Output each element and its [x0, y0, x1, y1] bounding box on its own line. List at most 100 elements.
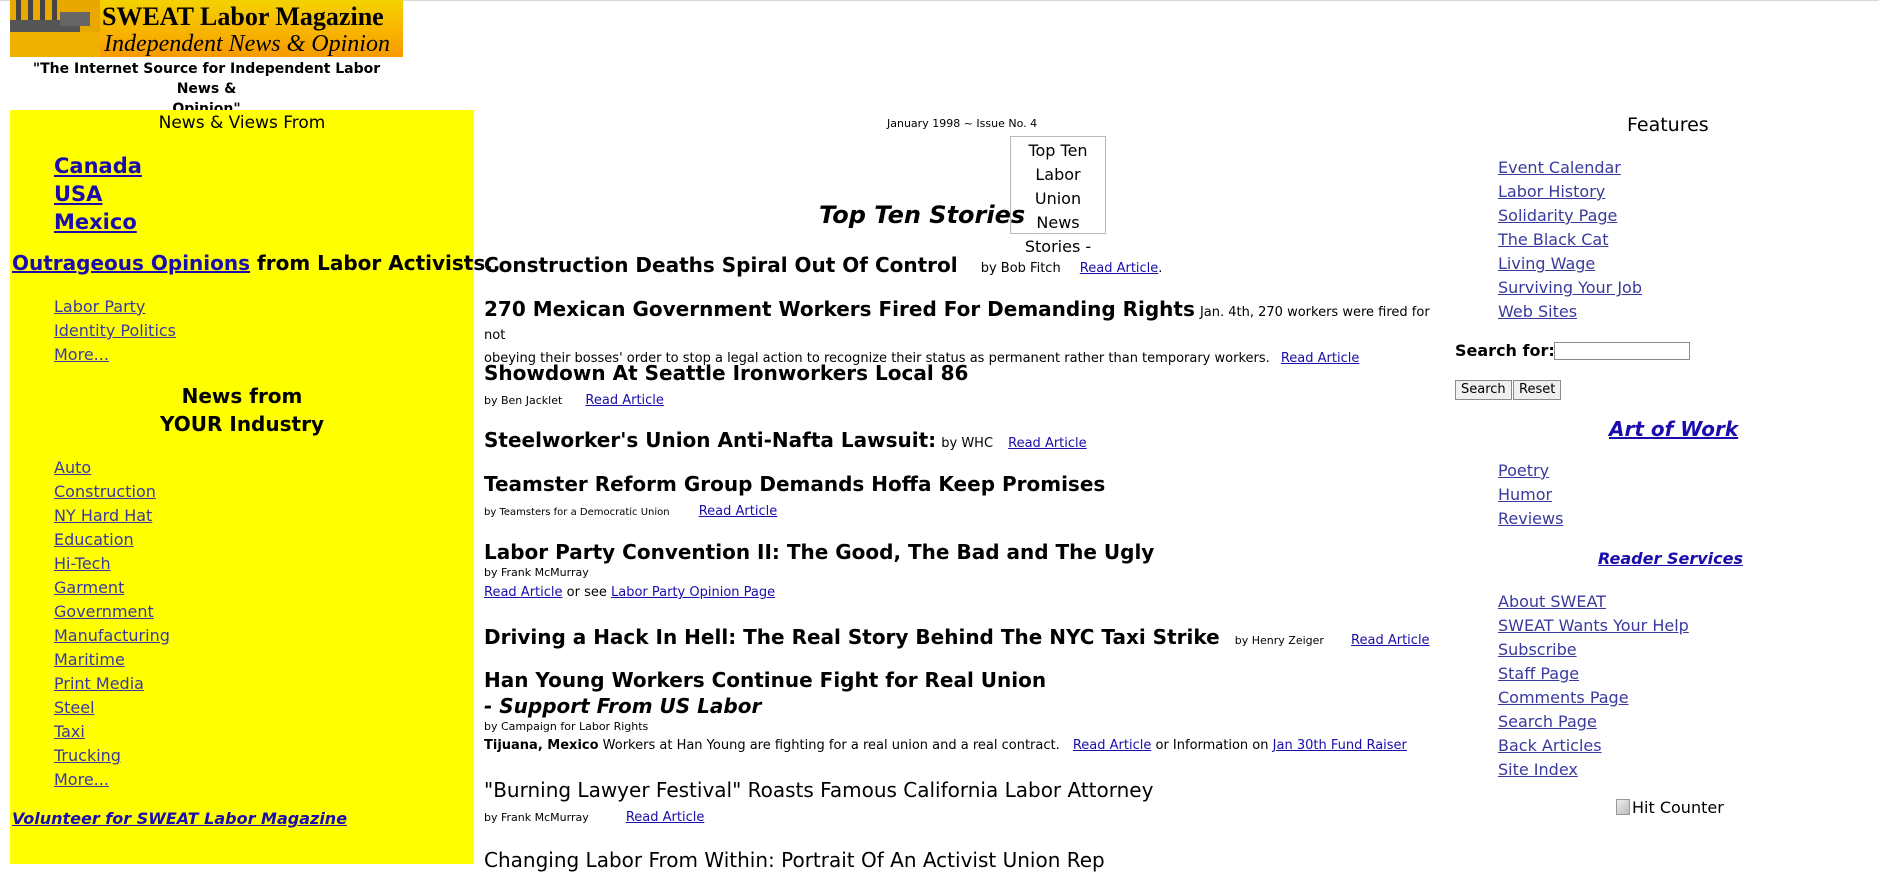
art-of-work-link[interactable]: Art of Work — [1609, 417, 1738, 441]
feature-link-surviving-your-job[interactable]: Surviving Your Job — [1498, 278, 1642, 297]
read-article-link[interactable]: Read Article — [699, 504, 778, 519]
read-article-link[interactable]: Read Article — [1008, 436, 1087, 451]
industry-link-ny-hard-hat[interactable]: NY Hard Hat — [54, 506, 152, 525]
region-link-mexico[interactable]: Mexico — [54, 208, 142, 236]
hit-counter: Hit Counter — [1616, 798, 1724, 817]
list-item: The Black Cat — [1498, 228, 1642, 252]
opinion-link-identity-politics[interactable]: Identity Politics — [54, 321, 176, 340]
read-article-link[interactable]: Read Article — [1073, 738, 1152, 753]
feature-link-solidarity-page[interactable]: Solidarity Page — [1498, 206, 1617, 225]
list-item: Taxi — [54, 720, 170, 744]
industry-link-government[interactable]: Government — [54, 602, 154, 621]
industry-links: Auto Construction NY Hard Hat Education … — [54, 456, 170, 792]
hit-counter-alt: Hit Counter — [1632, 798, 1724, 817]
sweat-logo[interactable]: SWEAT Labor Magazine Independent News & … — [10, 0, 403, 57]
industry-link-steel[interactable]: Steel — [54, 698, 95, 717]
list-item: Auto — [54, 456, 170, 480]
region-link-canada[interactable]: Canada — [54, 152, 142, 180]
read-article-link[interactable]: Read Article — [484, 585, 563, 600]
industry-link-education[interactable]: Education — [54, 530, 134, 549]
art-link-reviews[interactable]: Reviews — [1498, 509, 1563, 528]
read-article-link[interactable]: Read Article — [626, 810, 705, 825]
left-sidebar: News & Views From Canada USA Mexico Outr… — [10, 110, 500, 864]
story-byline: by Henry Zeiger — [1234, 634, 1324, 647]
industry-link-auto[interactable]: Auto — [54, 458, 91, 477]
list-item: Construction — [54, 480, 170, 504]
reader-link-about[interactable]: About SWEAT — [1498, 592, 1606, 611]
search-input[interactable] — [1554, 342, 1690, 360]
story-summary: Workers at Han Young are fighting for a … — [598, 738, 1060, 753]
outrageous-opinions-heading: Outrageous Opinions from Labor Activists… — [12, 251, 500, 275]
list-item: Identity Politics — [54, 319, 176, 343]
story-item: "Burning Lawyer Festival" Roasts Famous … — [484, 778, 1444, 825]
list-item: About SWEAT — [1498, 590, 1689, 614]
read-article-link[interactable]: Read Article — [1351, 633, 1430, 648]
industry-link-garment[interactable]: Garment — [54, 578, 124, 597]
read-article-link[interactable]: Read Article — [1080, 261, 1159, 276]
story-item: Changing Labor From Within: Portrait Of … — [484, 848, 1444, 872]
industry-link-more[interactable]: More... — [54, 770, 109, 789]
feature-link-labor-history[interactable]: Labor History — [1498, 182, 1605, 201]
list-item: Maritime — [54, 648, 170, 672]
industry-link-maritime[interactable]: Maritime — [54, 650, 125, 669]
feature-link-event-calendar[interactable]: Event Calendar — [1498, 158, 1621, 177]
list-item: Education — [54, 528, 170, 552]
industry-link-print-media[interactable]: Print Media — [54, 674, 144, 693]
reader-link-search[interactable]: Search Page — [1498, 712, 1597, 731]
industry-link-hi-tech[interactable]: Hi-Tech — [54, 554, 111, 573]
read-article-link[interactable]: Read Article — [585, 393, 664, 408]
story-title: Steelworker's Union Anti-Nafta Lawsuit: — [484, 428, 937, 452]
industry-link-construction[interactable]: Construction — [54, 482, 156, 501]
list-item: Poetry — [1498, 459, 1563, 483]
list-item: Event Calendar — [1498, 156, 1642, 180]
fund-raiser-link[interactable]: Jan 30th Fund Raiser — [1273, 738, 1407, 753]
story-item: Construction Deaths Spiral Out Of Contro… — [484, 253, 1444, 280]
top-ten-heading: Top Ten Stories — [819, 201, 1026, 229]
list-item: Comments Page — [1498, 686, 1689, 710]
opinion-links: Labor Party Identity Politics More... — [54, 295, 176, 367]
opinion-link-more[interactable]: More... — [54, 345, 109, 364]
opinion-link-labor-party[interactable]: Labor Party — [54, 297, 145, 316]
story-item: 270 Mexican Government Workers Fired For… — [484, 297, 1444, 370]
story-location: Tijuana, Mexico — [484, 738, 599, 753]
volunteer-link[interactable]: Volunteer for SWEAT Labor Magazine — [12, 809, 347, 828]
feature-link-web-sites[interactable]: Web Sites — [1498, 302, 1577, 321]
list-item: Labor History — [1498, 180, 1642, 204]
list-item: Government — [54, 600, 170, 624]
outrageous-opinions-link[interactable]: Outrageous Opinions — [12, 251, 250, 275]
reader-services-link[interactable]: Reader Services — [1598, 549, 1743, 568]
list-item: More... — [54, 768, 170, 792]
story-item: Labor Party Convention II: The Good, The… — [484, 540, 1444, 604]
story-byline: by Frank McMurray — [484, 566, 589, 579]
search-button[interactable]: Search — [1455, 380, 1512, 400]
list-item: Hi-Tech — [54, 552, 170, 576]
industry-heading-line-1: News from — [181, 384, 303, 408]
reader-link-staff[interactable]: Staff Page — [1498, 664, 1579, 683]
story-title: Teamster Reform Group Demands Hoffa Keep… — [484, 472, 1106, 496]
labor-party-opinion-link[interactable]: Labor Party Opinion Page — [611, 585, 775, 600]
reader-link-comments[interactable]: Comments Page — [1498, 688, 1629, 707]
list-item: Reviews — [1498, 507, 1563, 531]
list-item: NY Hard Hat — [54, 504, 170, 528]
feature-link-living-wage[interactable]: Living Wage — [1498, 254, 1595, 273]
story-byline: by Campaign for Labor Rights — [484, 720, 649, 733]
story-connector: or Information on — [1151, 738, 1273, 753]
list-item: Steel — [54, 696, 170, 720]
art-link-humor[interactable]: Humor — [1498, 485, 1552, 504]
list-item: Labor Party — [54, 295, 176, 319]
list-item: Print Media — [54, 672, 170, 696]
industry-link-taxi[interactable]: Taxi — [54, 722, 85, 741]
reader-link-help[interactable]: SWEAT Wants Your Help — [1498, 616, 1689, 635]
reset-button[interactable]: Reset — [1513, 380, 1562, 400]
industry-link-trucking[interactable]: Trucking — [54, 746, 121, 765]
region-link-usa[interactable]: USA — [54, 180, 142, 208]
art-link-poetry[interactable]: Poetry — [1498, 461, 1549, 480]
story-byline: by Bob Fitch — [980, 261, 1061, 276]
industry-link-manufacturing[interactable]: Manufacturing — [54, 626, 170, 645]
story-byline: by Ben Jacklet — [484, 394, 563, 407]
story-title: Changing Labor From Within: Portrait Of … — [484, 848, 1105, 872]
reader-link-subscribe[interactable]: Subscribe — [1498, 640, 1577, 659]
reader-link-back-articles[interactable]: Back Articles — [1498, 736, 1602, 755]
feature-link-black-cat[interactable]: The Black Cat — [1498, 230, 1608, 249]
reader-link-site-index[interactable]: Site Index — [1498, 760, 1578, 779]
